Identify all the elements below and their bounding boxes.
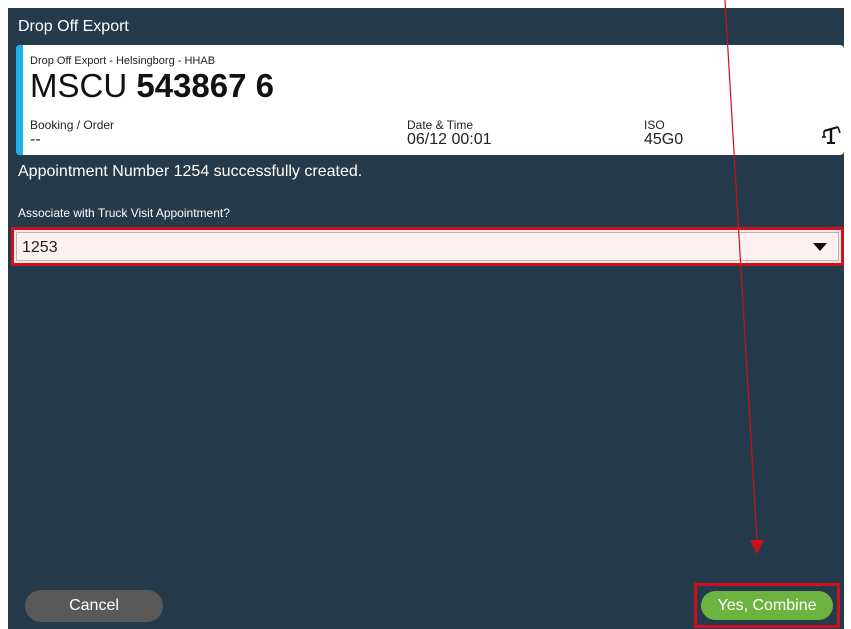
card-subtitle: Drop Off Export - Helsingborg - HHAB — [30, 55, 216, 67]
crane-truck-icon — [820, 123, 844, 145]
combine-button-highlight: Yes, Combine — [694, 583, 840, 628]
datetime-label: Date & Time — [407, 118, 474, 132]
booking-value: -- — [30, 131, 41, 148]
chevron-down-icon[interactable] — [813, 243, 827, 251]
truck-visit-select[interactable]: 1253 — [16, 232, 839, 261]
truck-visit-select-highlight: 1253 — [11, 227, 844, 266]
container-prefix: MSCU — [30, 67, 128, 104]
booking-label: Booking / Order — [30, 118, 115, 132]
container-card: Drop Off Export - Helsingborg - HHAB MSC… — [16, 45, 844, 155]
dialog-title: Drop Off Export — [18, 18, 129, 35]
associate-label: Associate with Truck Visit Appointment? — [18, 206, 230, 220]
iso-label: ISO — [644, 118, 665, 132]
card-accent-bar — [16, 45, 23, 155]
truck-visit-selected-value: 1253 — [22, 239, 58, 256]
yes-combine-button[interactable]: Yes, Combine — [701, 591, 833, 620]
success-message: Appointment Number 1254 successfully cre… — [18, 163, 363, 180]
iso-value: 45G0 — [644, 131, 684, 148]
container-id: MSCU 543867 6 — [30, 67, 274, 104]
container-number: 543867 6 — [136, 67, 274, 104]
cancel-button[interactable]: Cancel — [25, 590, 163, 622]
datetime-value: 06/12 00:01 — [407, 131, 492, 148]
drop-off-export-dialog: Drop Off Export Drop Off Export - Helsin… — [8, 8, 844, 629]
